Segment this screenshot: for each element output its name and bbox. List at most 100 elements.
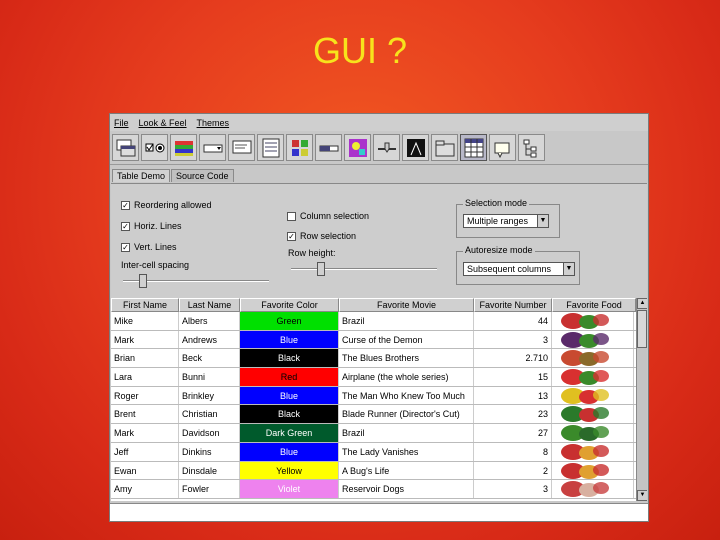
last-name-cell[interactable]: Brinkley <box>179 386 240 405</box>
internal-frame-icon[interactable] <box>112 134 139 161</box>
table-row[interactable]: Mark Davidson Dark Green Brazil 27 <box>111 424 647 443</box>
progress-bar-icon[interactable] <box>315 134 342 161</box>
favorite-color-cell[interactable]: Black <box>240 349 339 368</box>
favorite-number-cell[interactable]: 3 <box>474 480 552 498</box>
first-name-cell[interactable]: Brent <box>111 405 179 424</box>
favorite-movie-cell[interactable]: Airplane (the whole series) <box>339 368 474 386</box>
table-row[interactable]: Amy Fowler Violet Reservoir Dogs 3 <box>111 480 647 499</box>
favorite-number-cell[interactable]: 13 <box>474 386 552 405</box>
table-row[interactable]: Lara Bunni Red Airplane (the whole series) 1… <box>111 368 647 387</box>
favorite-color-cell[interactable]: Blue <box>240 330 339 349</box>
favorite-number-cell[interactable]: 27 <box>474 424 552 442</box>
tab-source-code[interactable]: Source Code <box>171 169 234 182</box>
column-selection-checkbox[interactable]: Column selection <box>287 211 369 221</box>
first-name-cell[interactable]: Ewan <box>111 461 179 480</box>
tree-icon[interactable] <box>518 134 545 161</box>
column-header-favorite-number[interactable]: Favorite Number <box>474 298 552 312</box>
favorite-color-cell[interactable]: Red <box>240 368 339 386</box>
favorite-color-cell[interactable]: Violet <box>240 480 339 498</box>
favorite-movie-cell[interactable]: Curse of the Demon <box>339 330 474 349</box>
first-name-cell[interactable]: Mark <box>111 330 179 349</box>
intercell-spacing-slider[interactable] <box>123 274 269 288</box>
table-row[interactable]: Brian Beck Black The Blues Brothers 2.710 <box>111 349 647 369</box>
menu-themes[interactable]: Themes <box>197 118 230 128</box>
first-name-cell[interactable]: Roger <box>111 386 179 405</box>
favorite-movie-cell[interactable]: A Bug's Life <box>339 461 474 480</box>
column-header-first-name[interactable]: First Name <box>111 298 179 312</box>
list-icon[interactable] <box>257 134 284 161</box>
file-chooser-icon[interactable] <box>228 134 255 161</box>
first-name-cell[interactable]: Mark <box>111 424 179 442</box>
last-name-cell[interactable]: Christian <box>179 405 240 424</box>
first-name-cell[interactable]: Jeff <box>111 442 179 461</box>
favorite-number-cell[interactable]: 44 <box>474 312 552 330</box>
favorite-color-cell[interactable]: Dark Green <box>240 424 339 442</box>
table-row[interactable]: Ewan Dinsdale Yellow A Bug's Life 2 <box>111 461 647 481</box>
favorite-color-cell[interactable]: Blue <box>240 442 339 461</box>
favorite-movie-cell[interactable]: Reservoir Dogs <box>339 480 474 498</box>
slider-thumb[interactable] <box>139 274 147 288</box>
last-name-cell[interactable]: Andrews <box>179 330 240 349</box>
selection-mode-combo[interactable]: Multiple ranges ▼ <box>463 214 549 228</box>
table-row[interactable]: Jeff Dinkins Blue The Lady Vanishes 8 <box>111 442 647 462</box>
table-row[interactable]: Mike Albers Green Brazil 44 <box>111 312 647 331</box>
favorite-color-cell[interactable]: Black <box>240 405 339 424</box>
favorite-movie-cell[interactable]: The Lady Vanishes <box>339 442 474 461</box>
column-header-last-name[interactable]: Last Name <box>179 298 240 312</box>
first-name-cell[interactable]: Lara <box>111 368 179 386</box>
tooltip-icon[interactable] <box>489 134 516 161</box>
checkbox-icon[interactable] <box>141 134 168 161</box>
last-name-cell[interactable]: Dinkins <box>179 442 240 461</box>
last-name-cell[interactable]: Dinsdale <box>179 461 240 480</box>
menu-look-and-feel[interactable]: Look & Feel <box>139 118 187 128</box>
vert-lines-checkbox[interactable]: ✓ Vert. Lines <box>121 242 177 252</box>
favorite-number-cell[interactable]: 3 <box>474 330 552 349</box>
column-header-favorite-movie[interactable]: Favorite Movie <box>339 298 474 312</box>
row-height-slider[interactable] <box>291 262 437 276</box>
scrollbar-thumb[interactable] <box>637 310 647 348</box>
favorite-movie-cell[interactable]: Blade Runner (Director's Cut) <box>339 405 474 424</box>
favorite-number-cell[interactable]: 2 <box>474 461 552 480</box>
color-chooser-icon[interactable] <box>170 134 197 161</box>
favorite-movie-cell[interactable]: Brazil <box>339 424 474 442</box>
column-header-favorite-color[interactable]: Favorite Color <box>240 298 339 312</box>
last-name-cell[interactable]: Beck <box>179 349 240 368</box>
last-name-cell[interactable]: Albers <box>179 312 240 330</box>
tabbed-pane-icon[interactable] <box>431 134 458 161</box>
menu-file[interactable]: File <box>114 118 129 128</box>
scrollpane-icon[interactable] <box>344 134 371 161</box>
scroll-up-icon[interactable]: ▲ <box>637 298 647 309</box>
first-name-cell[interactable]: Mike <box>111 312 179 330</box>
column-header-favorite-food[interactable]: Favorite Food <box>552 298 636 312</box>
first-name-cell[interactable]: Amy <box>111 480 179 498</box>
favorite-color-cell[interactable]: Yellow <box>240 461 339 480</box>
last-name-cell[interactable]: Davidson <box>179 424 240 442</box>
horiz-lines-checkbox[interactable]: ✓ Horiz. Lines <box>121 221 182 231</box>
table-icon[interactable] <box>460 134 487 161</box>
row-selection-checkbox[interactable]: ✓ Row selection <box>287 231 356 241</box>
slider-thumb[interactable] <box>317 262 325 276</box>
splitpane-icon[interactable] <box>402 134 429 161</box>
favorite-number-cell[interactable]: 23 <box>474 405 552 424</box>
favorite-color-cell[interactable]: Blue <box>240 386 339 405</box>
first-name-cell[interactable]: Brian <box>111 349 179 368</box>
favorite-number-cell[interactable]: 2.710 <box>474 349 552 368</box>
favorite-number-cell[interactable]: 8 <box>474 442 552 461</box>
table-row[interactable]: Brent Christian Black Blade Runner (Directo… <box>111 405 647 425</box>
favorite-color-cell[interactable]: Green <box>240 312 339 330</box>
favorite-movie-cell[interactable]: Brazil <box>339 312 474 330</box>
table-row[interactable]: Mark Andrews Blue Curse of the Demon 3 <box>111 330 647 350</box>
last-name-cell[interactable]: Bunni <box>179 368 240 386</box>
favorite-number-cell[interactable]: 15 <box>474 368 552 386</box>
option-pane-icon[interactable] <box>286 134 313 161</box>
favorite-movie-cell[interactable]: The Blues Brothers <box>339 349 474 368</box>
scroll-down-icon[interactable]: ▼ <box>637 490 647 501</box>
reordering-checkbox[interactable]: ✓ Reordering allowed <box>121 200 212 210</box>
table-scrollbar[interactable]: ▲ ▼ <box>636 298 647 501</box>
tab-table-demo[interactable]: Table Demo <box>112 169 171 182</box>
last-name-cell[interactable]: Fowler <box>179 480 240 498</box>
table-row[interactable]: Roger Brinkley Blue The Man Who Knew Too Mu… <box>111 386 647 406</box>
slider-icon[interactable] <box>373 134 400 161</box>
favorite-movie-cell[interactable]: The Man Who Knew Too Much <box>339 386 474 405</box>
combobox-icon[interactable] <box>199 134 226 161</box>
